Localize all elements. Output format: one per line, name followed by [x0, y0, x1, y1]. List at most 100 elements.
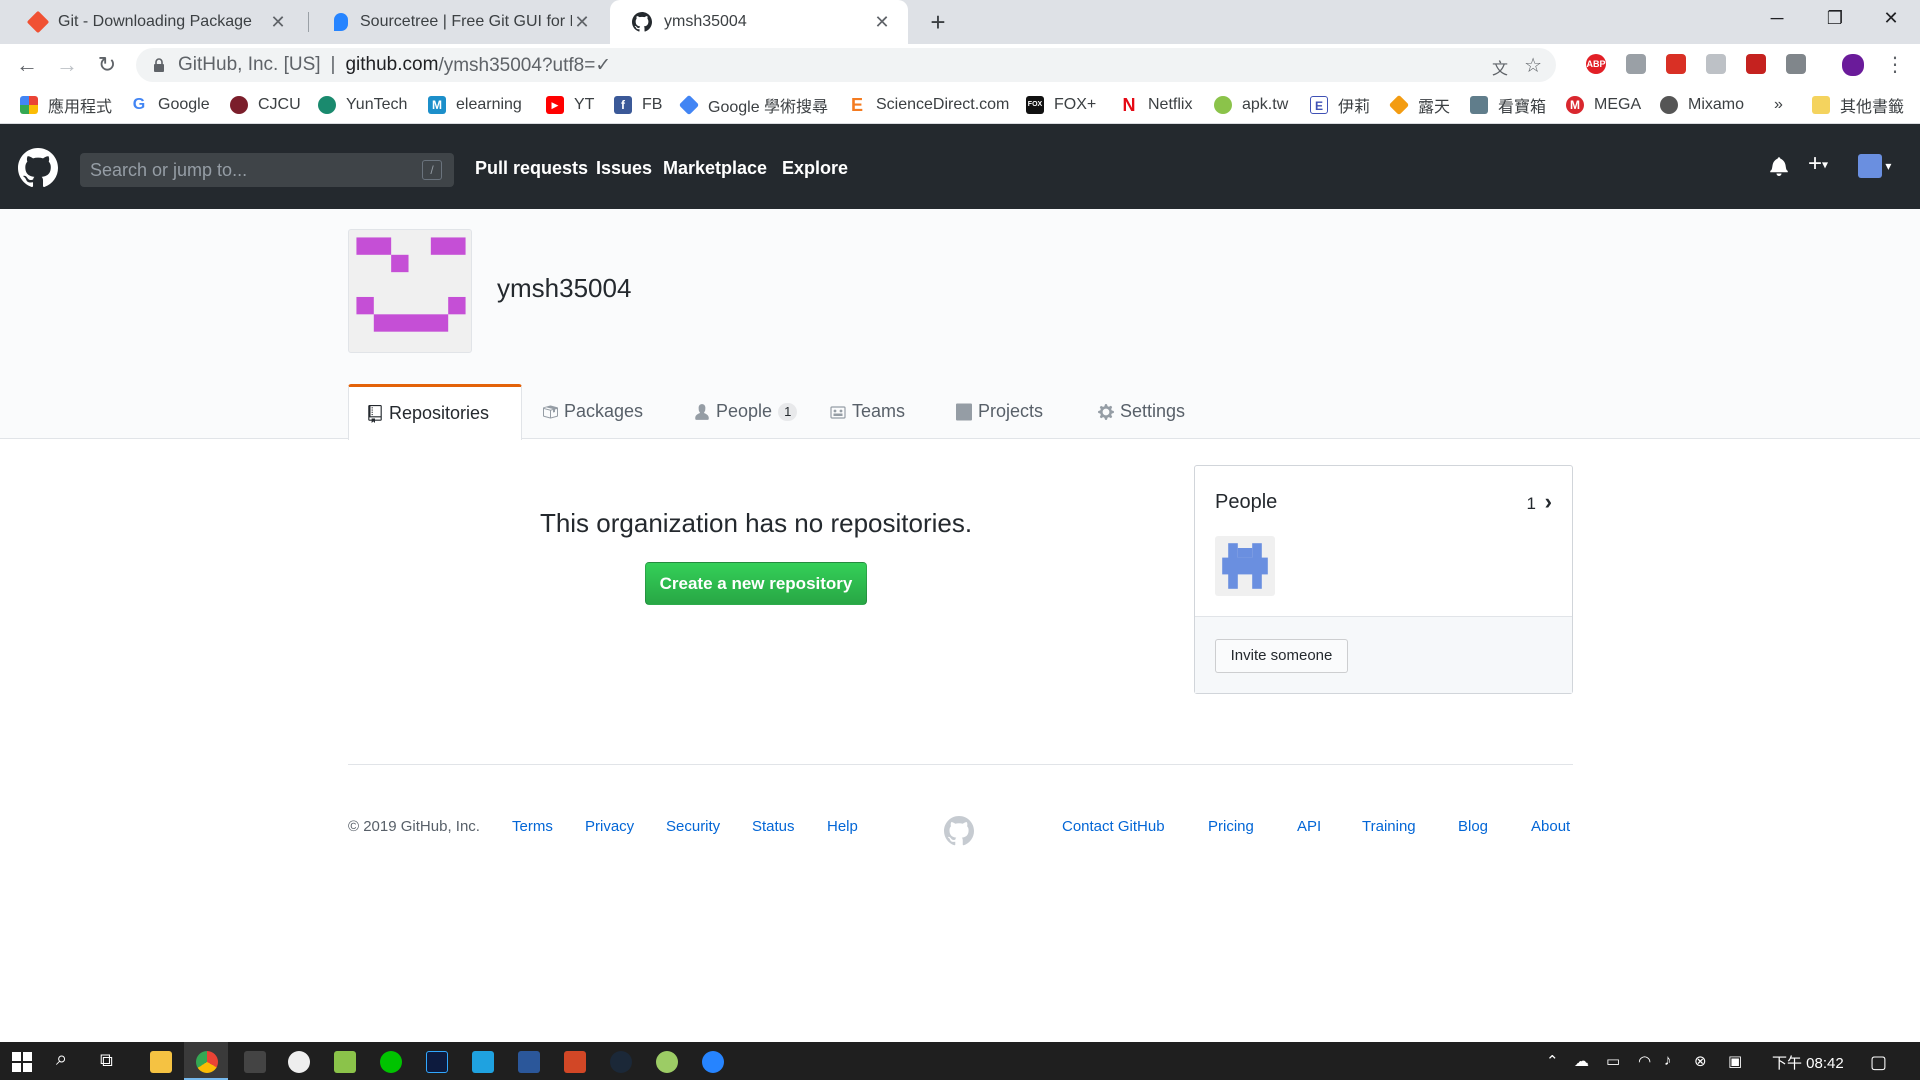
minimize-button[interactable]: ─: [1748, 0, 1806, 36]
bookmark-item[interactable]: N Netflix: [1120, 94, 1192, 116]
bookmark-item[interactable]: f FB: [614, 94, 662, 116]
bookmarks-overflow-button[interactable]: »: [1774, 94, 1783, 116]
github-logo-icon[interactable]: [18, 148, 58, 188]
close-icon[interactable]: ⊗: [1694, 1052, 1707, 1070]
footer-link-training[interactable]: Training: [1362, 818, 1416, 835]
task-view-icon[interactable]: ⧉: [100, 1050, 113, 1071]
extension-icon[interactable]: [1666, 54, 1686, 74]
krita-icon[interactable]: [472, 1051, 494, 1073]
taskbar-clock[interactable]: 下午 08:42: [1772, 1052, 1844, 1073]
extension-icon[interactable]: [1706, 54, 1726, 74]
translate-icon[interactable]: 文: [1492, 55, 1508, 79]
github-footer-logo-icon[interactable]: [944, 816, 974, 846]
extension-icon[interactable]: [1746, 54, 1766, 74]
browser-tab-sourcetree[interactable]: Sourcetree | Free Git GUI for Mac ✕: [312, 0, 608, 44]
create-repository-button[interactable]: Create a new repository: [645, 562, 867, 605]
bookmark-item[interactable]: E 伊莉: [1310, 94, 1370, 116]
new-tab-button[interactable]: +: [922, 6, 954, 38]
github-search-input[interactable]: Search or jump to... /: [80, 153, 454, 187]
footer-link-about[interactable]: About: [1531, 818, 1570, 835]
invite-someone-button[interactable]: Invite someone: [1215, 639, 1348, 673]
footer-link-privacy[interactable]: Privacy: [585, 818, 634, 835]
bookmark-item[interactable]: ▶ YT: [546, 94, 594, 116]
bookmark-item[interactable]: 應用程式: [20, 94, 112, 116]
bookmark-item[interactable]: Google 學術搜尋: [678, 94, 828, 116]
maximize-button[interactable]: ❐: [1806, 0, 1864, 36]
bookmark-item[interactable]: Mixamo: [1660, 94, 1744, 116]
windows-start-icon[interactable]: [12, 1052, 32, 1072]
tray-chevron-icon[interactable]: ⌃: [1546, 1052, 1559, 1070]
steam-icon[interactable]: [610, 1051, 632, 1073]
footer-link-blog[interactable]: Blog: [1458, 818, 1488, 835]
bookmark-item[interactable]: M MEGA: [1566, 94, 1641, 116]
tab-projects[interactable]: Projects: [938, 384, 1061, 439]
footer-link-pricing[interactable]: Pricing: [1208, 818, 1254, 835]
browser-tab-github[interactable]: ymsh35004 ✕: [610, 0, 908, 44]
window-close-button[interactable]: ✕: [1862, 0, 1920, 36]
footer-link-contact[interactable]: Contact GitHub: [1062, 818, 1165, 835]
volume-icon[interactable]: ♪: [1664, 1052, 1672, 1069]
tab-repositories[interactable]: Repositories: [348, 384, 522, 440]
profile-avatar[interactable]: [1842, 54, 1864, 76]
bookmark-item[interactable]: 看寶箱: [1470, 94, 1546, 116]
tab-teams[interactable]: Teams: [812, 384, 923, 439]
onedrive-icon[interactable]: ☁: [1574, 1052, 1589, 1070]
footer-link-help[interactable]: Help: [827, 818, 858, 835]
app-icon[interactable]: [656, 1051, 678, 1073]
bookmark-item[interactable]: Melearning: [428, 94, 522, 116]
footer-link-api[interactable]: API: [1297, 818, 1321, 835]
notification-icon[interactable]: ▢: [1870, 1052, 1887, 1073]
adblock-icon[interactable]: ABP: [1586, 54, 1606, 74]
nav-issues[interactable]: Issues: [596, 158, 652, 179]
close-icon[interactable]: ✕: [572, 12, 592, 33]
close-icon[interactable]: ✕: [872, 12, 892, 33]
footer-link-security[interactable]: Security: [666, 818, 720, 835]
create-new-icon[interactable]: +▾: [1808, 150, 1828, 178]
search-icon[interactable]: ⌕: [56, 1048, 67, 1071]
chrome-icon[interactable]: [196, 1051, 218, 1073]
battery-icon[interactable]: ▭: [1606, 1052, 1620, 1070]
line-icon[interactable]: [380, 1051, 402, 1073]
bookmark-item[interactable]: 露天: [1388, 94, 1450, 116]
browser-tab-git[interactable]: Git - Downloading Package ✕: [8, 0, 304, 44]
back-button[interactable]: ←: [12, 50, 42, 80]
reload-button[interactable]: ↻: [92, 50, 122, 80]
bookmark-item[interactable]: E ScienceDirect.com: [848, 94, 1009, 116]
avatar[interactable]: ▾: [1858, 154, 1891, 178]
bookmark-item[interactable]: YunTech: [318, 94, 407, 116]
tab-packages[interactable]: Packages: [524, 384, 661, 439]
forward-button[interactable]: →: [52, 50, 82, 80]
member-avatar[interactable]: [1215, 536, 1275, 596]
people-box-title[interactable]: People: [1215, 491, 1277, 514]
tab-settings[interactable]: Settings: [1080, 384, 1203, 439]
file-explorer-icon[interactable]: [150, 1051, 172, 1073]
nav-explore[interactable]: Explore: [782, 158, 848, 179]
extension-icon[interactable]: [1786, 54, 1806, 74]
address-bar[interactable]: GitHub, Inc. [US] | github.com/ymsh35004…: [136, 48, 1556, 82]
sourcetree-icon[interactable]: [702, 1051, 724, 1073]
media-icon[interactable]: [244, 1051, 266, 1073]
notepad-icon[interactable]: [334, 1051, 356, 1073]
nav-marketplace[interactable]: Marketplace: [663, 158, 767, 179]
nav-pull-requests[interactable]: Pull requests: [475, 158, 588, 179]
photoshop-icon[interactable]: [426, 1051, 448, 1073]
close-icon[interactable]: ✕: [268, 12, 288, 33]
word-icon[interactable]: [518, 1051, 540, 1073]
footer-link-status[interactable]: Status: [752, 818, 795, 835]
star-icon[interactable]: ☆: [1524, 53, 1542, 78]
people-box-count[interactable]: 1 ›: [1526, 489, 1552, 515]
tab-people[interactable]: People 1: [676, 384, 815, 439]
extension-icon[interactable]: [1626, 54, 1646, 74]
bookmark-item[interactable]: apk.tw: [1214, 94, 1288, 116]
bookmark-item[interactable]: G Google: [130, 94, 210, 116]
powerpoint-icon[interactable]: [564, 1051, 586, 1073]
other-bookmarks[interactable]: 其他書籤: [1812, 94, 1904, 116]
bookmark-item[interactable]: FOX FOX+: [1026, 94, 1096, 116]
wifi-icon[interactable]: ◠: [1638, 1052, 1651, 1070]
bookmark-item[interactable]: CJCU: [230, 94, 301, 116]
ime-icon[interactable]: ▣: [1728, 1052, 1742, 1070]
footer-link-terms[interactable]: Terms: [512, 818, 553, 835]
bell-icon[interactable]: [1770, 156, 1788, 182]
menu-icon[interactable]: ⋮: [1880, 50, 1910, 80]
unreal-icon[interactable]: [288, 1051, 310, 1073]
